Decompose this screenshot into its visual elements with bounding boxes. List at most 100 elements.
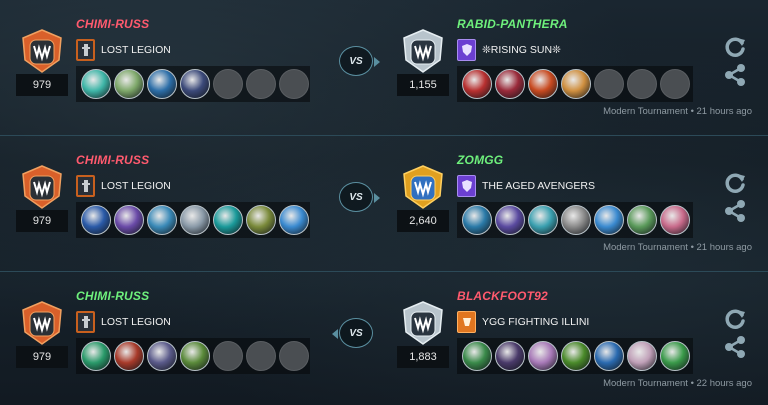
league-emblem-icon: [400, 28, 446, 74]
monster-card-icon[interactable]: [81, 69, 111, 99]
team-lineup: [457, 66, 693, 102]
guild-name: LOST LEGION: [101, 180, 171, 192]
battle-row[interactable]: 979 CHIMI-RUSS LOST LEGION VS 2,640 ZOMGG THE …: [0, 136, 768, 272]
guild-name: LOST LEGION: [101, 44, 171, 56]
guild-name: LOST LEGION: [101, 316, 171, 328]
legion-shield-icon: [76, 175, 95, 197]
monster-card-icon[interactable]: [561, 341, 591, 371]
monster-card-icon[interactable]: [627, 341, 657, 371]
player-name[interactable]: CHIMI-RUSS: [76, 289, 149, 303]
team-lineup: [76, 338, 310, 374]
monster-card-icon[interactable]: [81, 341, 111, 371]
monster-card-icon[interactable]: [114, 205, 144, 235]
monster-card-icon[interactable]: [246, 205, 276, 235]
monster-card-icon[interactable]: [561, 69, 591, 99]
monster-card-icon[interactable]: [147, 69, 177, 99]
team-lineup: [457, 202, 693, 238]
empty-card-slot: [213, 69, 243, 99]
player-name[interactable]: BLACKFOOT92: [457, 289, 548, 303]
player-name[interactable]: CHIMI-RUSS: [76, 153, 149, 167]
vs-badge: VS: [332, 318, 373, 348]
guild[interactable]: LOST LEGION: [76, 174, 171, 198]
monster-card-icon[interactable]: [495, 69, 525, 99]
legion-shield-icon: [76, 39, 95, 61]
orange-guild-icon: [457, 311, 476, 333]
monster-card-icon[interactable]: [594, 205, 624, 235]
share-icon[interactable]: [722, 334, 748, 360]
monster-card-icon[interactable]: [213, 205, 243, 235]
monster-card-icon[interactable]: [81, 205, 111, 235]
purple-shield-icon: [457, 39, 476, 61]
monster-card-icon[interactable]: [114, 69, 144, 99]
empty-card-slot: [660, 69, 690, 99]
left-player: 979 CHIMI-RUSS LOST LEGION: [0, 272, 330, 405]
player-rating: 979: [16, 210, 68, 232]
player-name[interactable]: CHIMI-RUSS: [76, 17, 149, 31]
player-rating: 979: [16, 74, 68, 96]
battle-meta: Modern Tournament • 22 hours ago: [603, 378, 752, 389]
player-rating: 2,640: [397, 210, 449, 232]
monster-card-icon[interactable]: [114, 341, 144, 371]
guild[interactable]: ❊RISING SUN❊: [457, 38, 561, 62]
monster-card-icon[interactable]: [180, 69, 210, 99]
battle-row[interactable]: 979 CHIMI-RUSS LOST LEGION VS 1,155 RABID-PAN…: [0, 0, 768, 136]
monster-card-icon[interactable]: [462, 69, 492, 99]
guild-name: YGG FIGHTING ILLINI: [482, 316, 590, 328]
empty-card-slot: [594, 69, 624, 99]
battle-actions: [722, 306, 750, 362]
league-emblem-icon: [400, 164, 446, 210]
left-player: 979 CHIMI-RUSS LOST LEGION: [0, 136, 330, 272]
purple-shield-icon: [457, 175, 476, 197]
team-lineup: [76, 66, 310, 102]
replay-icon[interactable]: [722, 306, 748, 332]
share-icon[interactable]: [722, 62, 748, 88]
guild-name: ❊RISING SUN❊: [482, 44, 561, 56]
monster-card-icon[interactable]: [462, 341, 492, 371]
replay-icon[interactable]: [722, 170, 748, 196]
empty-card-slot: [213, 341, 243, 371]
league-emblem-icon: [400, 300, 446, 346]
replay-icon[interactable]: [722, 34, 748, 60]
monster-card-icon[interactable]: [180, 341, 210, 371]
league-emblem-icon: [19, 300, 65, 346]
monster-card-icon[interactable]: [180, 205, 210, 235]
monster-card-icon[interactable]: [528, 205, 558, 235]
player-rating: 979: [16, 346, 68, 368]
monster-card-icon[interactable]: [561, 205, 591, 235]
monster-card-icon[interactable]: [495, 341, 525, 371]
legion-shield-icon: [76, 311, 95, 333]
player-rating: 1,883: [397, 346, 449, 368]
left-player: 979 CHIMI-RUSS LOST LEGION: [0, 0, 330, 136]
battle-meta: Modern Tournament • 21 hours ago: [603, 106, 752, 117]
battle-actions: [722, 34, 750, 90]
guild[interactable]: THE AGED AVENGERS: [457, 174, 595, 198]
team-lineup: [76, 202, 310, 238]
guild-name: THE AGED AVENGERS: [482, 180, 596, 192]
battle-meta: Modern Tournament • 21 hours ago: [603, 242, 752, 253]
empty-card-slot: [279, 69, 309, 99]
monster-card-icon[interactable]: [147, 205, 177, 235]
monster-card-icon[interactable]: [495, 205, 525, 235]
battle-row[interactable]: 979 CHIMI-RUSS LOST LEGION VS 1,883 BLACKFOOT…: [0, 272, 768, 405]
monster-card-icon[interactable]: [528, 69, 558, 99]
guild[interactable]: YGG FIGHTING ILLINI: [457, 310, 589, 334]
vs-badge: VS: [339, 46, 380, 76]
empty-card-slot: [627, 69, 657, 99]
player-name[interactable]: ZOMGG: [457, 153, 503, 167]
league-emblem-icon: [19, 164, 65, 210]
team-lineup: [457, 338, 693, 374]
monster-card-icon[interactable]: [594, 341, 624, 371]
share-icon[interactable]: [722, 198, 748, 224]
monster-card-icon[interactable]: [279, 205, 309, 235]
player-rating: 1,155: [397, 74, 449, 96]
monster-card-icon[interactable]: [660, 341, 690, 371]
guild[interactable]: LOST LEGION: [76, 38, 171, 62]
monster-card-icon[interactable]: [660, 205, 690, 235]
player-name[interactable]: RABID-PANTHERA: [457, 17, 568, 31]
monster-card-icon[interactable]: [528, 341, 558, 371]
guild[interactable]: LOST LEGION: [76, 310, 171, 334]
monster-card-icon[interactable]: [147, 341, 177, 371]
empty-card-slot: [246, 341, 276, 371]
monster-card-icon[interactable]: [627, 205, 657, 235]
monster-card-icon[interactable]: [462, 205, 492, 235]
